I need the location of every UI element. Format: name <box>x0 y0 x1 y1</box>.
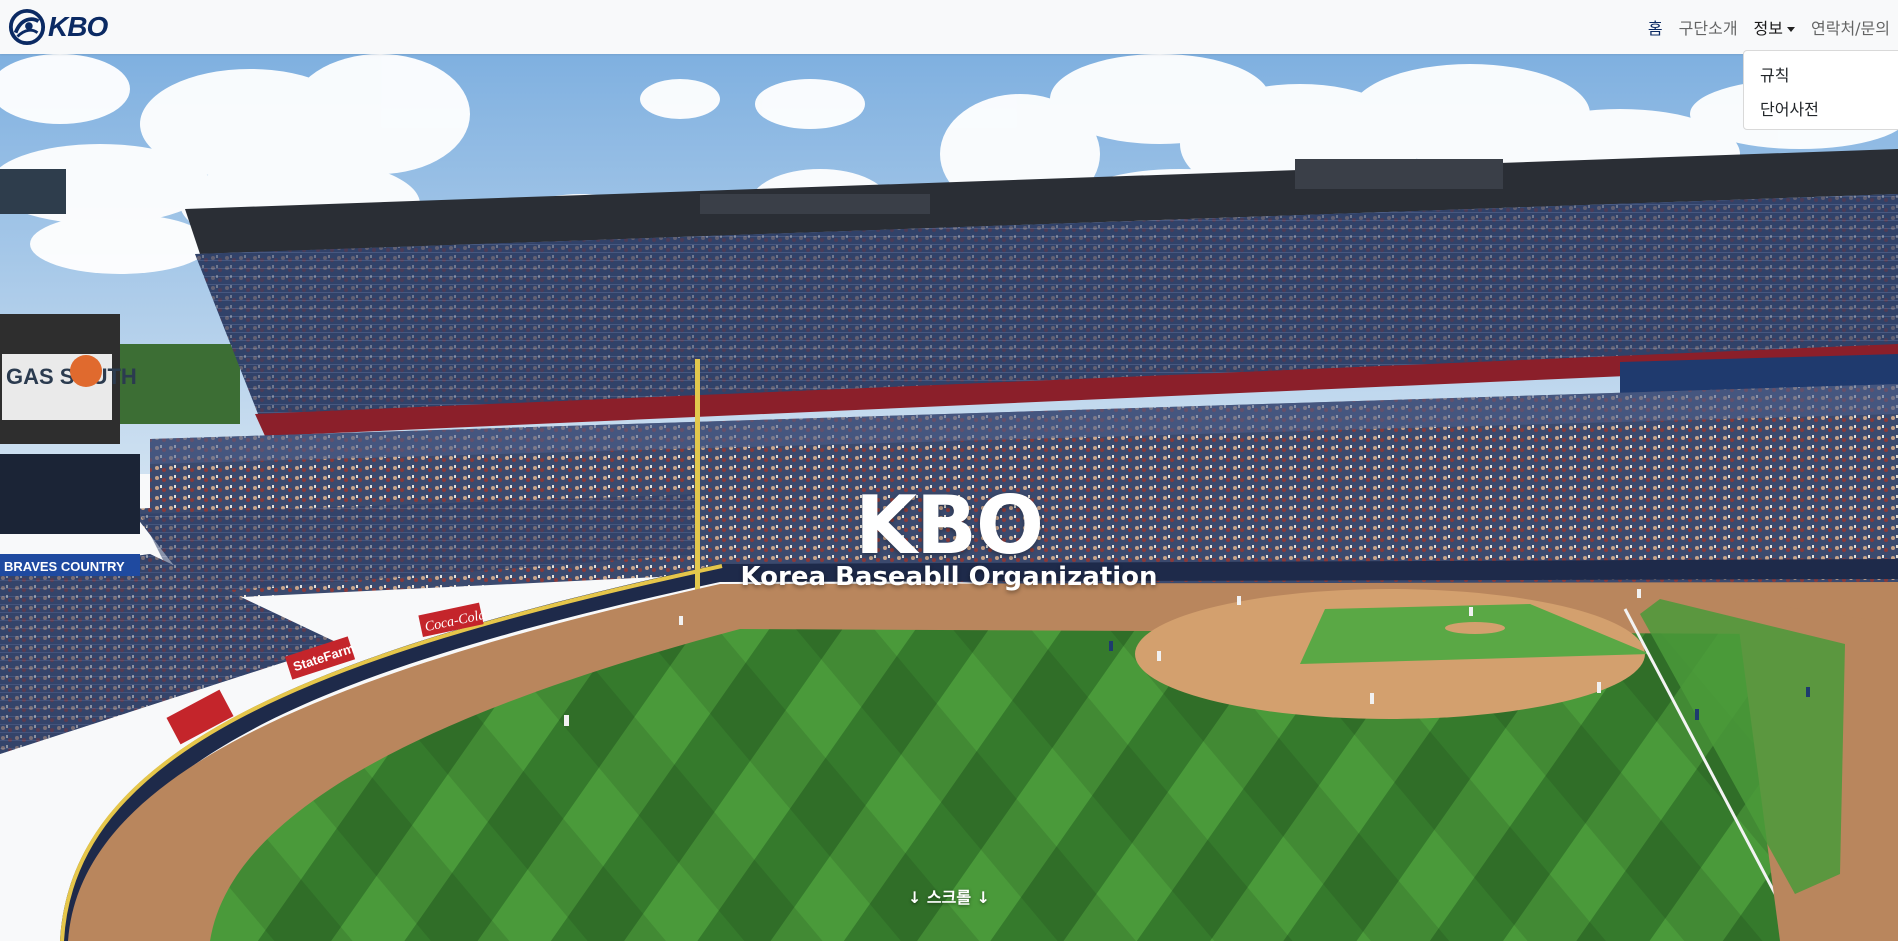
kbo-logo-icon <box>8 8 46 46</box>
nav-link-info-dropdown[interactable]: 정보 <box>1746 15 1803 39</box>
scroll-down-hint[interactable]: ↓ 스크롤 ↓ <box>0 884 1898 908</box>
dropdown-item-rules[interactable]: 규칙 <box>1744 57 1898 91</box>
info-dropdown-menu: 규칙 단어사전 <box>1743 50 1898 130</box>
nav-link-home[interactable]: 홈 <box>1640 15 1671 39</box>
brand-logo-link[interactable]: KBO <box>8 7 108 47</box>
hero-title: KBO <box>855 479 1044 572</box>
hero-banner: GAS SOUTH BRAVES COUNTRY Coca-Cola State… <box>0 54 1898 941</box>
nav-menu: 홈 구단소개 정보 연락처/문의 <box>1640 0 1898 54</box>
dropdown-item-glossary[interactable]: 단어사전 <box>1744 91 1898 125</box>
brand-name: KBO <box>48 11 108 42</box>
caret-down-icon <box>1787 27 1795 32</box>
top-navbar: KBO 홈 구단소개 정보 연락처/문의 <box>0 0 1898 54</box>
nav-link-team-intro[interactable]: 구단소개 <box>1671 15 1746 39</box>
hero-subtitle: Korea Baseabll Organization <box>740 562 1158 592</box>
nav-link-info-label: 정보 <box>1753 19 1783 38</box>
nav-link-contact[interactable]: 연락처/문의 <box>1803 15 1898 39</box>
